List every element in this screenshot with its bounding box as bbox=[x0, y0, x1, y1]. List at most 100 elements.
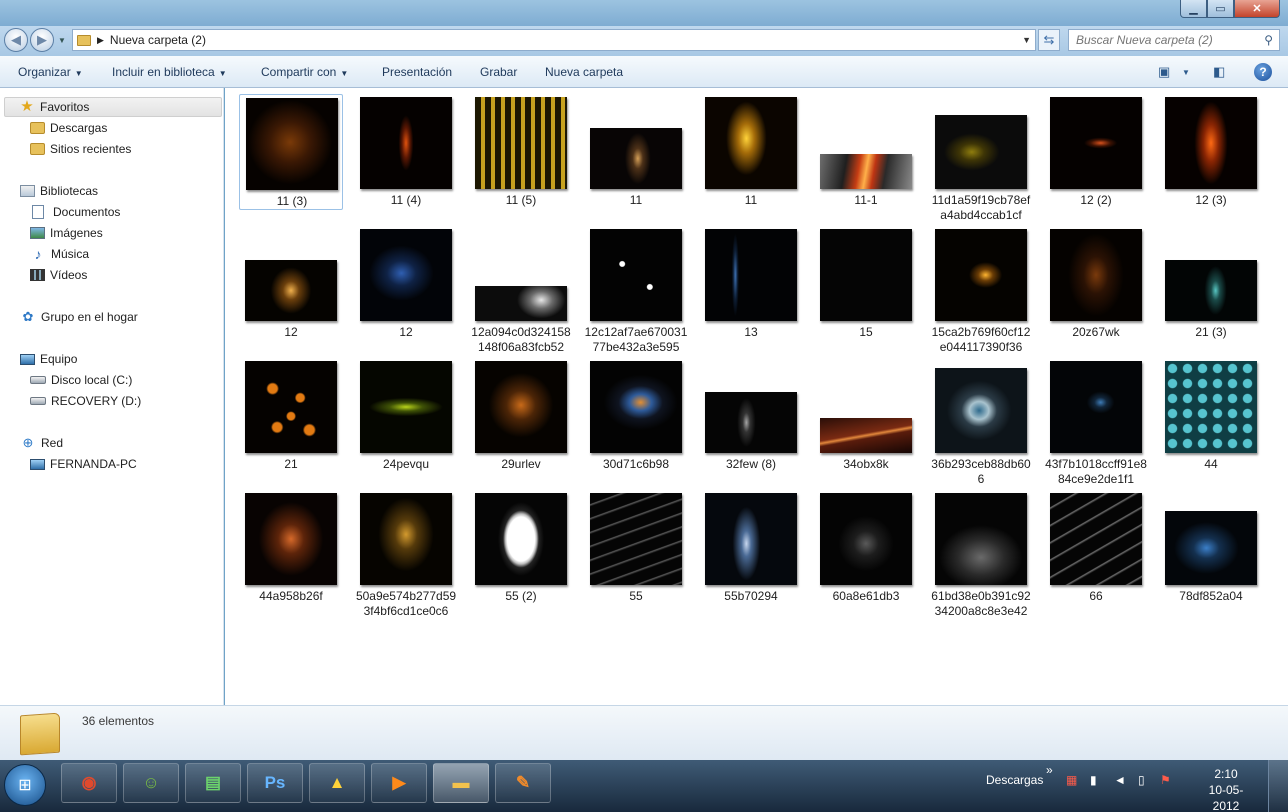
help-button[interactable]: ? bbox=[1254, 63, 1272, 81]
file-item[interactable]: 11 (5) bbox=[469, 94, 573, 210]
libraries-icon bbox=[20, 185, 35, 197]
nav-homegroup[interactable]: ✿ Grupo en el hogar bbox=[20, 307, 138, 327]
file-item[interactable]: 11 bbox=[699, 94, 803, 210]
search-input[interactable] bbox=[1076, 33, 1256, 47]
file-item[interactable]: 12 (2) bbox=[1044, 94, 1148, 210]
clock[interactable]: 2:10 10-05-2012 bbox=[1196, 766, 1256, 812]
presentation-button[interactable]: Presentación bbox=[382, 65, 452, 79]
file-item[interactable]: 21 (3) bbox=[1159, 226, 1263, 342]
nav-videos[interactable]: Vídeos bbox=[30, 265, 87, 285]
downloads-toolbar[interactable]: Descargas bbox=[986, 773, 1043, 787]
preview-pane-icon[interactable]: ◧ bbox=[1213, 64, 1225, 80]
chevron-right-icon[interactable]: » bbox=[1046, 763, 1053, 777]
file-item[interactable]: 34obx8k bbox=[814, 358, 918, 474]
image-thumbnail bbox=[590, 128, 682, 189]
search-box[interactable]: ⚲ bbox=[1068, 29, 1280, 51]
file-item[interactable]: 20z67wk bbox=[1044, 226, 1148, 342]
photoshop-taskbar-button[interactable]: Ps bbox=[247, 763, 303, 803]
nav-music[interactable]: ♪ Música bbox=[30, 244, 90, 264]
refresh-button[interactable]: ⇆ bbox=[1038, 29, 1060, 51]
search-icon[interactable]: ⚲ bbox=[1264, 33, 1273, 47]
forward-button[interactable]: ▶ bbox=[30, 28, 54, 52]
file-item[interactable]: 12c12af7ae67003177be432a3e595 bbox=[584, 226, 688, 354]
file-name: 11 bbox=[629, 193, 643, 207]
file-item[interactable]: 43f7b1018ccff91e884ce9e2de1f1 bbox=[1044, 358, 1148, 486]
nav-libraries[interactable]: Bibliotecas bbox=[20, 181, 98, 201]
nav-recent[interactable]: Sitios recientes bbox=[30, 139, 131, 159]
file-item[interactable]: 36b293ceb88db606 bbox=[929, 358, 1033, 486]
address-bar[interactable]: ▶ Nueva carpeta (2) ▼ bbox=[72, 29, 1036, 51]
image-thumbnail bbox=[935, 368, 1027, 453]
file-item[interactable]: 44a958b26f bbox=[239, 490, 343, 606]
file-item[interactable]: 78df852a04 bbox=[1159, 490, 1263, 606]
minimize-button[interactable]: ▁ bbox=[1180, 0, 1207, 18]
start-button[interactable]: ⊞ bbox=[4, 764, 46, 806]
file-item[interactable]: 13 bbox=[699, 226, 803, 342]
explorer-taskbar-button[interactable]: ▬ bbox=[433, 763, 489, 803]
nav-downloads[interactable]: Descargas bbox=[30, 118, 107, 138]
file-item[interactable]: 12 (3) bbox=[1159, 94, 1263, 210]
signal-icon[interactable]: ▮ bbox=[1090, 773, 1097, 787]
security-icon[interactable]: ▦ bbox=[1066, 773, 1077, 787]
breadcrumb-arrow-icon[interactable]: ▶ bbox=[97, 35, 104, 46]
show-desktop-button[interactable] bbox=[1268, 760, 1288, 812]
share-menu[interactable]: Compartir con ▼ bbox=[261, 65, 348, 79]
nav-network[interactable]: ⊕ Red bbox=[20, 433, 63, 453]
thumbnail-frame bbox=[935, 97, 1027, 189]
maximize-button[interactable]: ▭ bbox=[1207, 0, 1234, 18]
recent-pages-dropdown[interactable]: ▼ bbox=[58, 36, 66, 45]
messenger-taskbar-button[interactable]: ☺ bbox=[123, 763, 179, 803]
file-item[interactable]: 55 (2) bbox=[469, 490, 573, 606]
file-name: 66 bbox=[1089, 589, 1103, 603]
file-item[interactable]: 32few (8) bbox=[699, 358, 803, 474]
file-item[interactable]: 50a9e574b277d593f4bf6cd1ce0c6 bbox=[354, 490, 458, 618]
close-button[interactable]: ✕ bbox=[1234, 0, 1280, 18]
file-item[interactable]: 12 bbox=[239, 226, 343, 342]
new-folder-button[interactable]: Nueva carpeta bbox=[545, 65, 623, 79]
address-dropdown-icon[interactable]: ▼ bbox=[1022, 35, 1031, 45]
file-item[interactable]: 30d71c6b98 bbox=[584, 358, 688, 474]
thumbnail-frame bbox=[820, 493, 912, 585]
paint-taskbar-button[interactable]: ✎ bbox=[495, 763, 551, 803]
task-manager-taskbar-button[interactable]: ▤ bbox=[185, 763, 241, 803]
nav-documents[interactable]: Documentos bbox=[30, 202, 120, 222]
nav-local-disk[interactable]: Disco local (C:) bbox=[30, 370, 132, 390]
app-taskbar-button[interactable]: ▲ bbox=[309, 763, 365, 803]
file-item[interactable]: 12a094c0d324158148f06a83fcb52 bbox=[469, 226, 573, 354]
nav-images[interactable]: Imágenes bbox=[30, 223, 103, 243]
volume-icon[interactable]: ◄ bbox=[1114, 773, 1126, 787]
back-button[interactable]: ◀ bbox=[4, 28, 28, 52]
file-item[interactable]: 11 (3) bbox=[239, 94, 343, 210]
file-item[interactable]: 60a8e61db3 bbox=[814, 490, 918, 606]
file-item[interactable]: 12 bbox=[354, 226, 458, 342]
file-item[interactable]: 11d1a59f19cb78efa4abd4ccab1cf bbox=[929, 94, 1033, 222]
file-item[interactable]: 15ca2b769f60cf12e044117390f36 bbox=[929, 226, 1033, 354]
power-icon[interactable]: ▯ bbox=[1138, 773, 1145, 787]
file-name: 12c12af7ae67003177be432a3e595 bbox=[584, 325, 688, 354]
breadcrumb[interactable]: Nueva carpeta (2) bbox=[110, 33, 206, 47]
include-library-menu[interactable]: Incluir en biblioteca ▼ bbox=[112, 65, 227, 79]
burn-button[interactable]: Grabar bbox=[480, 65, 517, 79]
nav-favorites[interactable]: ★ Favoritos bbox=[4, 97, 222, 117]
file-item[interactable]: 44 bbox=[1159, 358, 1263, 474]
file-item[interactable]: 11-1 bbox=[814, 94, 918, 210]
organize-menu[interactable]: Organizar ▼ bbox=[18, 65, 83, 79]
action-center-icon[interactable]: ⚑ bbox=[1160, 773, 1171, 787]
file-item[interactable]: 55b70294 bbox=[699, 490, 803, 606]
file-item[interactable]: 66 bbox=[1044, 490, 1148, 606]
file-item[interactable]: 55 bbox=[584, 490, 688, 606]
media-player-taskbar-button[interactable]: ▶ bbox=[371, 763, 427, 803]
nav-recovery[interactable]: RECOVERY (D:) bbox=[30, 391, 141, 411]
nav-network-pc[interactable]: FERNANDA-PC bbox=[30, 454, 137, 474]
file-item[interactable]: 11 (4) bbox=[354, 94, 458, 210]
chrome-taskbar-button[interactable]: ◉ bbox=[61, 763, 117, 803]
file-item[interactable]: 61bd38e0b391c9234200a8c8e3e42 bbox=[929, 490, 1033, 618]
file-item[interactable]: 15 bbox=[814, 226, 918, 342]
nav-computer[interactable]: Equipo bbox=[20, 349, 77, 369]
view-options-icon[interactable]: ▣ bbox=[1158, 64, 1170, 80]
file-item[interactable]: 11 bbox=[584, 94, 688, 210]
file-item[interactable]: 24pevqu bbox=[354, 358, 458, 474]
view-dropdown-icon[interactable]: ▼ bbox=[1182, 68, 1190, 77]
file-item[interactable]: 29urlev bbox=[469, 358, 573, 474]
file-item[interactable]: 21 bbox=[239, 358, 343, 474]
